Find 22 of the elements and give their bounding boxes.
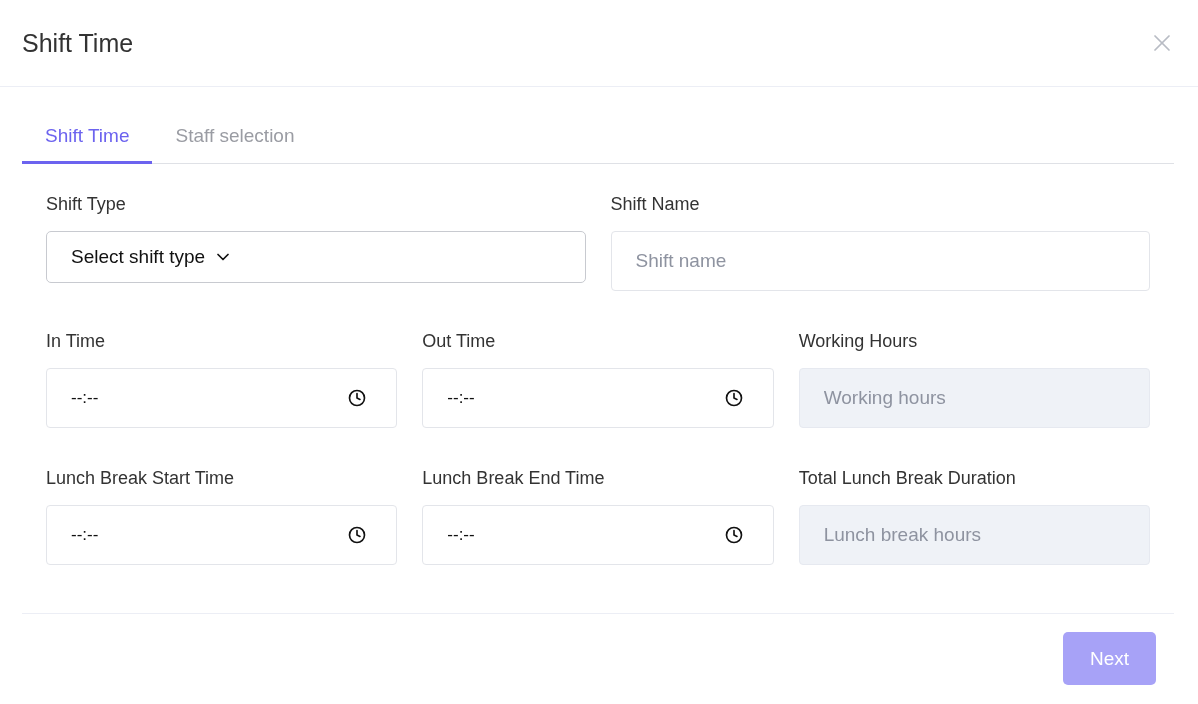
time-field[interactable]: --:-- <box>46 368 398 428</box>
field-label: Lunch Break Start Time <box>46 468 236 489</box>
input-field[interactable]: Shift name <box>610 231 1150 291</box>
field-label: Working Hours <box>798 331 919 352</box>
dialog-title: Shift Time <box>22 28 134 58</box>
time-field[interactable]: --:-- <box>46 505 398 565</box>
tab[interactable]: Shift Time <box>22 109 153 164</box>
field-label: Lunch Break End Time <box>422 468 606 489</box>
field-label: Shift Type <box>46 194 127 215</box>
shift-type-select[interactable]: Select shift type <box>46 231 586 283</box>
time-field[interactable]: --:-- <box>422 505 774 565</box>
field-label: Shift Name <box>610 194 701 215</box>
input-field[interactable]: Lunch break hours <box>798 505 1150 565</box>
clock-icon <box>348 389 367 407</box>
field-label: Total Lunch Break Duration <box>798 468 1017 489</box>
input-field[interactable]: Working hours <box>798 368 1150 428</box>
field-label: Out Time <box>422 331 497 352</box>
field-label: In Time <box>46 331 107 352</box>
clock-icon <box>724 526 743 544</box>
clock-icon <box>724 389 743 407</box>
clock-icon <box>348 526 367 544</box>
time-field[interactable]: --:-- <box>422 368 774 428</box>
